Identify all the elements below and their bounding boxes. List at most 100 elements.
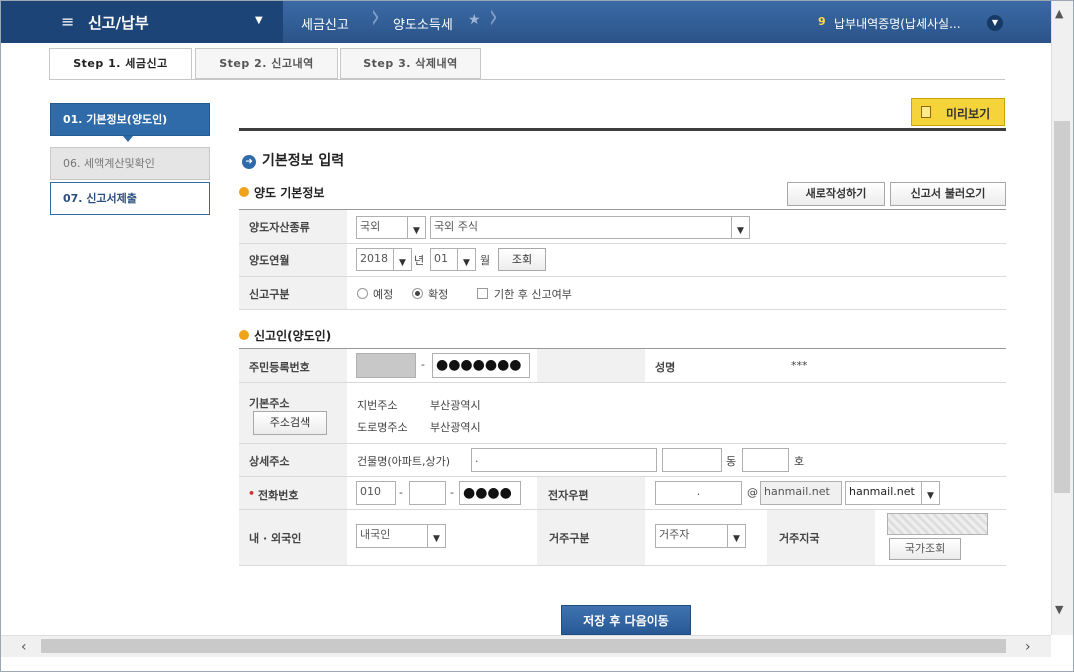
chevron-down-icon[interactable] [457,249,475,270]
scroll-up-icon[interactable]: ▲ [1055,7,1063,20]
building-input[interactable]: . [471,448,657,472]
radio-scheduled-label: 예정 [373,288,394,301]
document-icon [921,106,931,118]
row-divider [239,243,1006,244]
row-divider [239,276,1006,277]
tab-divider [49,79,1005,80]
country-search-button[interactable]: 국가조회 [889,538,961,560]
phone-dash: - [399,486,403,499]
dong-label: 동 [726,455,737,468]
phone3-input[interactable]: ●●●● [459,481,521,505]
scroll-left-icon[interactable]: ‹ [21,639,27,655]
notice-link[interactable]: 납부내역증명(납세사실... [834,15,961,32]
address-label: 기본주소 [249,397,290,410]
sidebar-item-tax-calc[interactable]: 06. 세액계산및확인 [50,147,210,180]
year-unit: 년 [414,254,425,267]
building-label: 건물명(아파트,상가) [357,455,451,468]
rrn-front-field[interactable] [356,353,416,378]
nationality-label: 내 · 외국인 [249,532,302,545]
phone-dash: - [450,486,454,499]
email-domain-input[interactable]: hanmail.net [760,481,842,505]
tab-step1[interactable]: Step 1. 세금신고 [49,48,192,80]
chevron-down-icon[interactable] [921,482,939,504]
jibun-label: 지번주소 [357,399,398,412]
hamburger-icon[interactable]: ≡ [61,13,74,31]
month-unit: 월 [480,254,491,267]
year-select[interactable]: 2018 [356,248,412,271]
row-divider [239,309,1006,310]
horizontal-scrollbar[interactable]: ‹ › [1,635,1051,657]
scroll-right-icon[interactable]: › [1025,639,1031,655]
asset-type-select[interactable]: 국외 [356,216,426,239]
country-label: 거주지국 [779,532,820,545]
query-button[interactable]: 조회 [498,248,546,271]
breadcrumb-separator-icon: › [371,0,380,38]
sidebar-item-submit[interactable]: 07. 신고서제출 [50,182,210,215]
radio-final[interactable] [412,288,423,299]
scroll-down-icon[interactable]: ▼ [1055,603,1063,616]
chevron-down-icon[interactable] [427,525,445,547]
residence-select[interactable]: 거주자 [655,524,746,548]
notice-dropdown-icon[interactable]: ▼ [987,15,1003,31]
breadcrumb-tax-filing[interactable]: 세금신고 [301,14,349,33]
dong-input[interactable] [662,448,722,472]
phone1-input[interactable]: 010 [356,481,396,505]
ho-label: 호 [794,455,805,468]
chevron-down-icon[interactable] [727,525,745,547]
table-top-border [239,209,1006,210]
tab-step2[interactable]: Step 2. 신고내역 [195,48,338,79]
detail-address-label: 상세주소 [249,455,290,468]
chevron-down-icon[interactable]: ▼ [255,15,263,26]
rrn-back-field[interactable]: ●●●●●●● [432,353,530,378]
phone2-input[interactable] [409,481,446,505]
phone-label: 전화번호 [258,489,299,502]
email-local-input[interactable]: . [655,481,742,505]
country-input[interactable] [887,513,988,535]
period-label: 양도연월 [249,254,290,267]
asset-detail-select[interactable]: 국외 주식 [430,216,750,239]
page: ≡ 신고/납부 ▼ 세금신고 › 양도소득세 ★ › 9 납부내역증명(납세사실… [0,0,1074,672]
email-label: 전자우편 [548,489,589,502]
scroll-thumb[interactable] [41,639,1006,653]
tab-step3[interactable]: Step 3. 삭제내역 [340,48,481,79]
bullet-icon [239,330,249,340]
scroll-thumb[interactable] [1054,121,1070,493]
menu-title-area[interactable]: ≡ 신고/납부 ▼ [1,1,283,43]
row-divider [239,443,1006,444]
rrn-dash: - [421,358,425,371]
bullet-icon [239,187,249,197]
chevron-down-icon[interactable] [407,217,425,238]
chevron-down-icon[interactable] [731,217,749,238]
arrow-right-icon: ➜ [242,155,256,169]
save-next-button[interactable]: 저장 후 다음이동 [561,605,691,635]
jibun-value: 부산광역시 [430,399,481,412]
late-filing-checkbox[interactable] [477,288,488,299]
favorite-star-icon[interactable]: ★ [468,12,481,28]
month-select[interactable]: 01 [430,248,476,271]
asset-type-label: 양도자산종류 [249,221,310,234]
vertical-scrollbar[interactable]: ▲ ▼ [1051,1,1073,635]
menu-title[interactable]: 신고/납부 [88,12,149,33]
name-label: 성명 [655,361,676,374]
preview-label: 미리보기 [946,107,991,121]
row-divider [239,565,1006,566]
chevron-down-icon[interactable] [393,249,411,270]
transfer-heading: 양도 기본정보 [239,184,324,201]
sidebar-item-basic-info[interactable]: 01. 기본정보(양도인) [50,103,210,136]
new-filing-button[interactable]: 새로작성하기 [787,182,885,206]
name-label-cell [537,349,645,382]
address-search-button[interactable]: 주소검색 [253,411,327,435]
at-sign: @ [747,486,758,499]
notice-count: 9 [818,15,826,28]
ho-input[interactable] [742,448,789,472]
top-navigation-bar: ≡ 신고/납부 ▼ 세금신고 › 양도소득세 ★ › 9 납부내역증명(납세사실… [1,0,1051,43]
breadcrumb-capital-gains[interactable]: 양도소득세 [393,14,453,33]
row-divider [239,382,1006,383]
preview-button[interactable]: 미리보기 [911,98,1005,126]
radio-scheduled[interactable] [357,288,368,299]
load-filing-button[interactable]: 신고서 불러오기 [890,182,1006,206]
email-domain-select[interactable]: hanmail.net [845,481,940,505]
nationality-select[interactable]: 내국인 [356,524,446,548]
filer-heading: 신고인(양도인) [239,327,331,344]
road-value: 부산광역시 [430,421,481,434]
